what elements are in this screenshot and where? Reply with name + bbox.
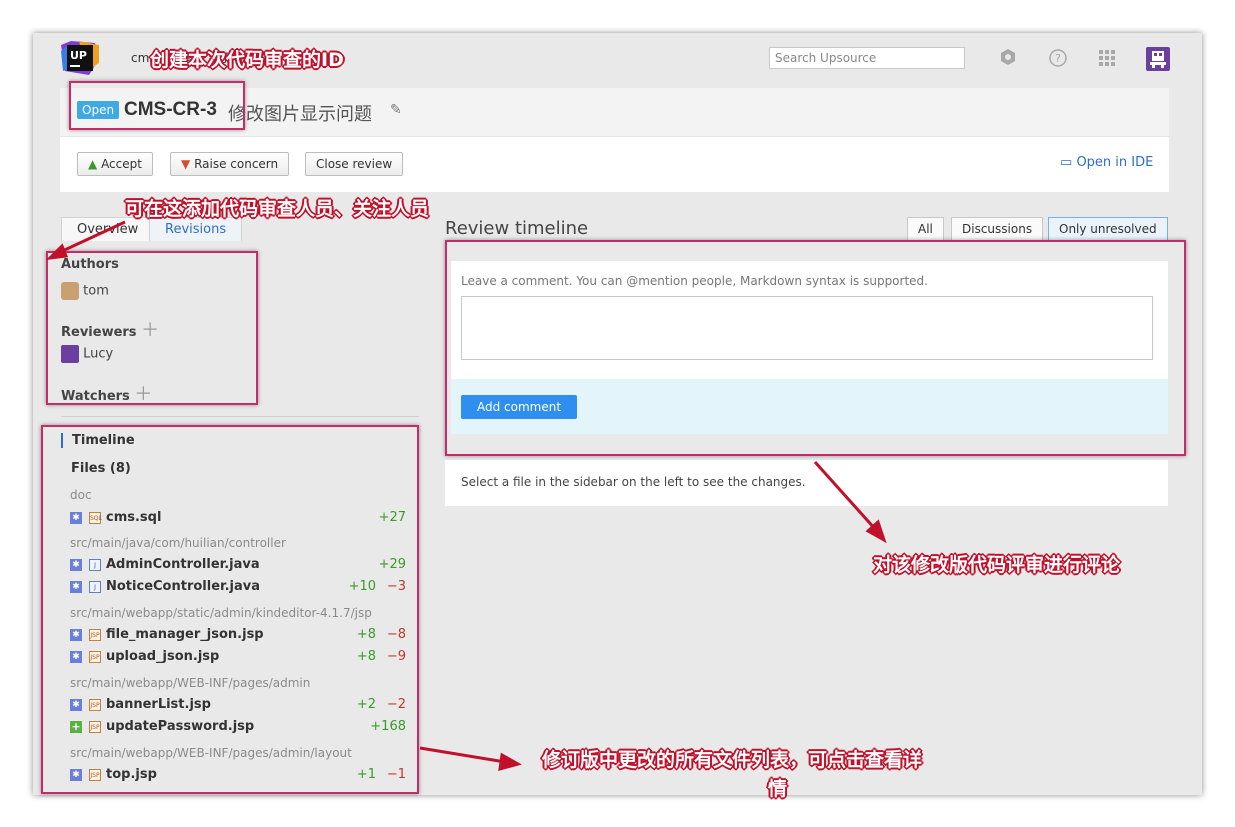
annotation-add-people: 可在这添加代码审查人员、关注人员 — [125, 198, 430, 220]
annotation-files-line1: 修订版中更改的所有文件列表，可点击查看详 — [542, 749, 923, 771]
annotation-files-line2: 情 — [768, 778, 788, 800]
annotation-create-id: 创建本次代码审查的ID — [150, 49, 344, 71]
annotation-arrows — [45, 220, 887, 772]
annotation-comment: 对该修改版代码评审进行评论 — [873, 554, 1121, 576]
